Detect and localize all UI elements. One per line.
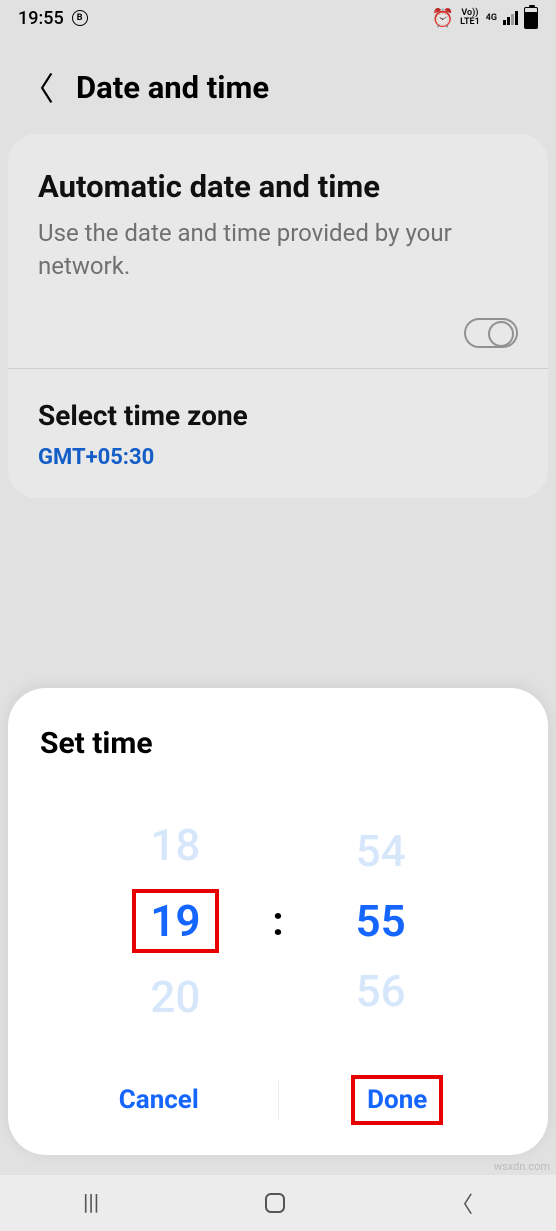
divider bbox=[8, 368, 548, 369]
home-icon[interactable] bbox=[265, 1193, 285, 1213]
hour-picker[interactable]: 18 19 20 bbox=[120, 819, 230, 1023]
recents-icon[interactable]: ||| bbox=[83, 1191, 99, 1216]
hour-prev[interactable]: 18 bbox=[150, 819, 200, 871]
time-picker: 18 19 20 : 54 55 56 bbox=[40, 819, 516, 1023]
navigation-bar: ||| 〈 bbox=[0, 1175, 556, 1231]
b-icon: B bbox=[72, 10, 88, 26]
battery-icon bbox=[524, 7, 538, 29]
done-button[interactable]: Done bbox=[279, 1063, 517, 1137]
alarm-icon: ⏰ bbox=[432, 8, 454, 29]
page-title: Date and time bbox=[76, 69, 269, 106]
hour-next[interactable]: 20 bbox=[150, 971, 200, 1023]
minute-prev[interactable]: 54 bbox=[356, 825, 406, 877]
back-icon[interactable]: 〈 bbox=[22, 64, 54, 110]
auto-datetime-desc: Use the date and time provided by your n… bbox=[38, 217, 518, 282]
hour-selected[interactable]: 19 bbox=[132, 889, 218, 953]
auto-datetime-toggle[interactable] bbox=[464, 318, 518, 348]
set-time-dialog: Set time 18 19 20 : 54 55 56 Cancel Done bbox=[8, 688, 548, 1155]
dialog-title: Set time bbox=[40, 726, 516, 761]
cancel-button[interactable]: Cancel bbox=[40, 1063, 278, 1137]
status-bar: 19:55 B ⏰ Vo)) LTE1 4G bbox=[0, 0, 556, 36]
minute-picker[interactable]: 54 55 56 bbox=[326, 825, 436, 1017]
minute-next[interactable]: 56 bbox=[356, 965, 406, 1017]
signal-icon bbox=[503, 11, 518, 25]
network-4g-icon: 4G bbox=[486, 14, 497, 23]
page-header: 〈 Date and time bbox=[0, 36, 556, 134]
watermark: wsxdn.com bbox=[494, 1160, 550, 1173]
auto-datetime-title: Automatic date and time bbox=[38, 168, 518, 205]
time-colon: : bbox=[272, 898, 283, 945]
timezone-title[interactable]: Select time zone bbox=[38, 399, 518, 433]
timezone-value[interactable]: GMT+05:30 bbox=[38, 445, 518, 470]
status-time: 19:55 bbox=[18, 8, 64, 29]
minute-selected[interactable]: 55 bbox=[356, 895, 406, 947]
back-nav-icon[interactable]: 〈 bbox=[451, 1187, 473, 1219]
settings-card: Automatic date and time Use the date and… bbox=[8, 134, 548, 498]
volte-icon: Vo)) LTE1 bbox=[460, 9, 480, 27]
